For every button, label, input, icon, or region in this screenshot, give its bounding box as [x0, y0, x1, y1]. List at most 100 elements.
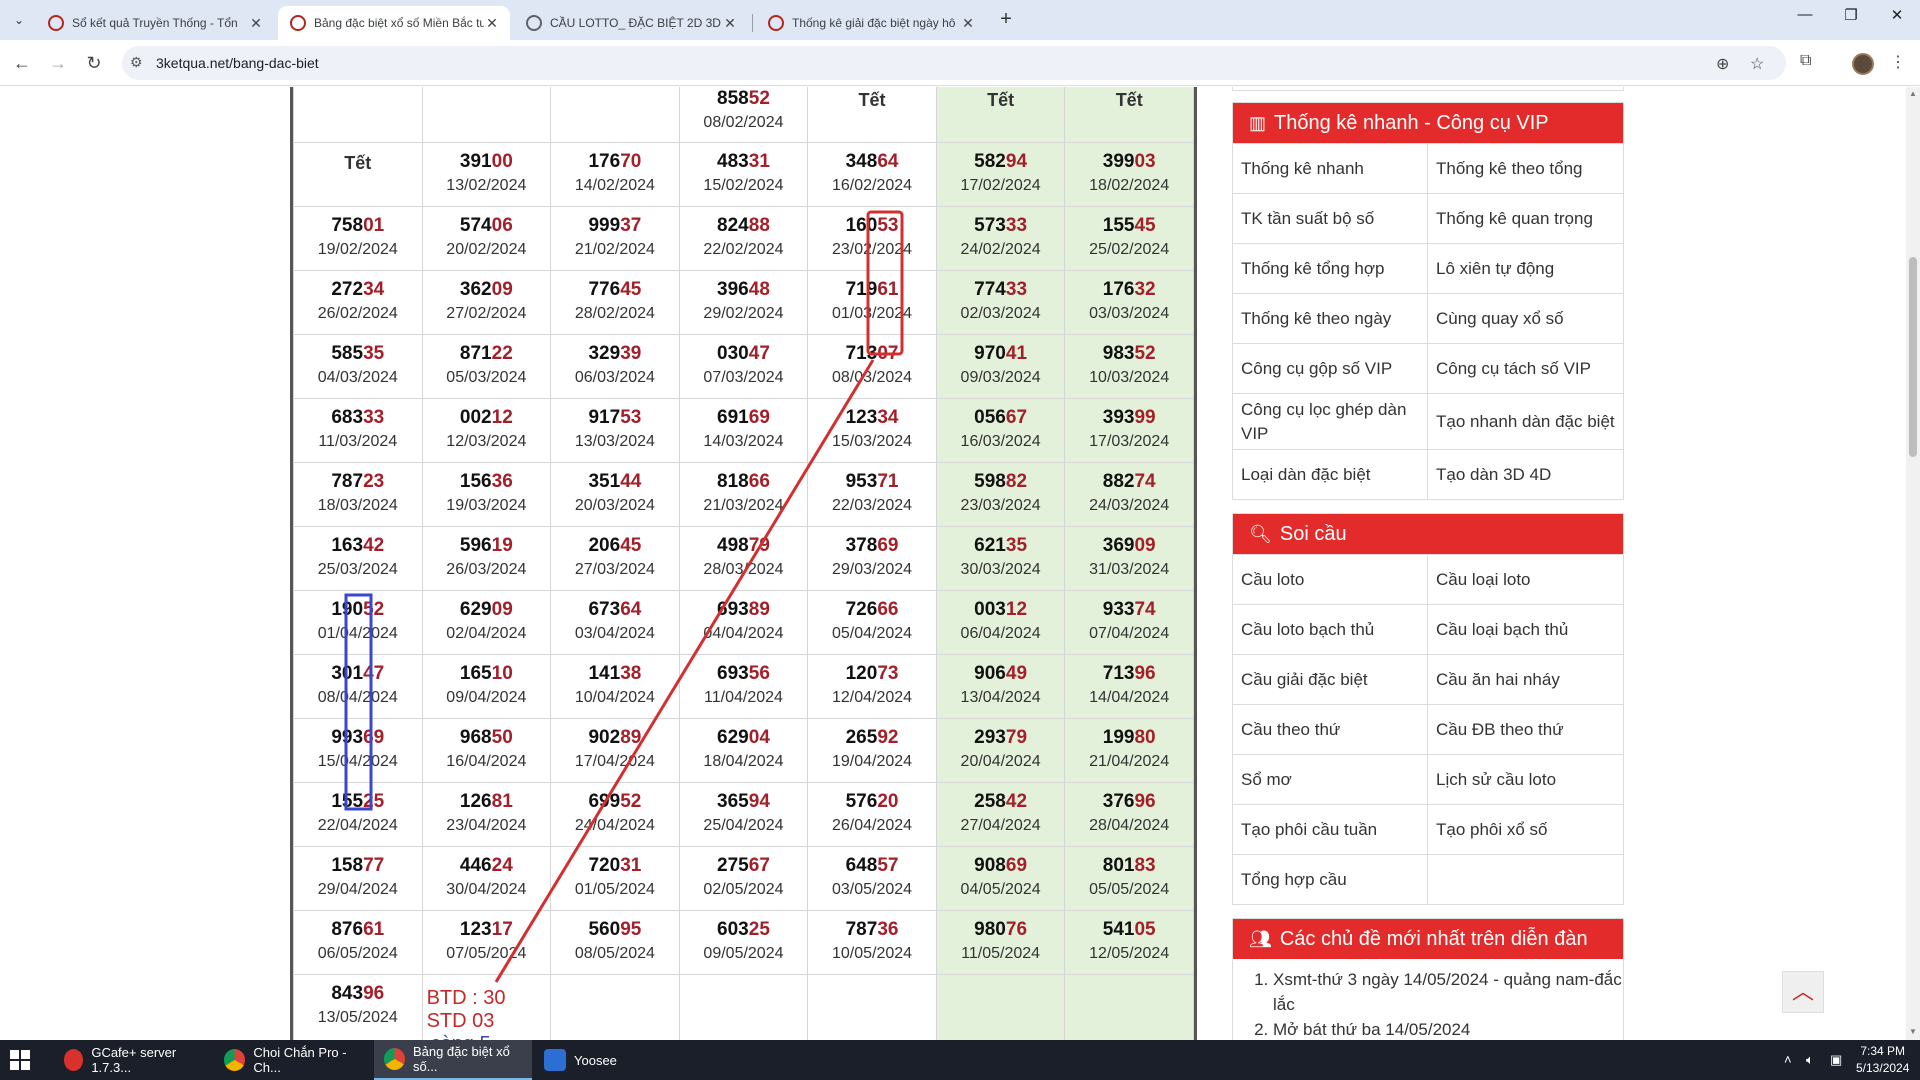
sidebar-link[interactable]: Công cụ lọc ghép dàn VIP [1233, 393, 1428, 449]
table-row: 27234 26/02/2024 36209 27/02/2024 77645 28/02… [293, 270, 1194, 335]
sidebar-link[interactable]: Sổ mơ [1233, 754, 1428, 804]
tray-chevron-icon[interactable]: ˄ [1784, 1052, 1792, 1067]
sidebar-link[interactable]: Tạo phôi xổ số [1428, 804, 1623, 854]
sidebar-link[interactable]: Cầu ăn hai nháy [1428, 654, 1623, 704]
taskbar-app-chrome-1[interactable]: Choi Chắn Pro - Ch... [214, 1040, 374, 1080]
scroll-down-icon[interactable]: ▼ [1908, 1027, 1918, 1036]
special-prize-number: 32939 [551, 343, 679, 365]
sidebar-link[interactable]: Cùng quay xổ số [1428, 293, 1623, 343]
sidebar-link[interactable]: Tạo phôi cầu tuần [1233, 804, 1428, 854]
scroll-to-top-button[interactable]: ︿ [1782, 971, 1824, 1013]
result-cell: 58294 17/02/2024 [935, 142, 1066, 207]
draw-date: 01/05/2024 [574, 881, 655, 898]
tab-so-ket-qua[interactable]: Sổ kết quả Truyền Thống - Tổn ✕ [36, 6, 274, 40]
draw-date: 19/02/2024 [317, 241, 398, 258]
system-clock[interactable]: 7:34 PM 5/13/2024 [1856, 1043, 1909, 1077]
draw-date: 13/04/2024 [960, 689, 1041, 706]
number-prefix: 801 [1102, 855, 1135, 876]
special-prize-number: 60325 [680, 919, 808, 941]
url-text[interactable]: 3ketqua.net/bang-dac-biet [156, 55, 319, 71]
tab-search-icon[interactable]: ⌄ [8, 9, 30, 31]
sidebar-link[interactable]: Thống kê theo ngày [1233, 293, 1428, 343]
result-cell: 12317 07/05/2024 [421, 910, 552, 975]
number-prefix: 953 [845, 471, 878, 492]
forum-topic-link[interactable]: Mở bát thứ ba 14/05/2024 [1273, 1017, 1623, 1040]
reload-icon[interactable]: ↻ [82, 51, 106, 75]
tab-bang-dac-biet[interactable]: Bảng đặc biệt xổ số Miền Bắc tu ✕ [278, 6, 510, 40]
number-prefix: 541 [1102, 919, 1135, 940]
result-cell: 12334 15/03/2024 [807, 398, 937, 463]
taskbar-app-yoosee[interactable]: Yoosee [534, 1040, 684, 1080]
network-icon[interactable]: ▣ [1830, 1052, 1842, 1068]
draw-date: 22/04/2024 [317, 817, 398, 834]
sidebar-link[interactable]: Cầu loại bạch thủ [1428, 604, 1623, 654]
sidebar-link[interactable]: Cầu loto [1233, 554, 1428, 604]
number-prefix: 163 [331, 535, 364, 556]
forum-topic-link[interactable]: Xsmt-thứ 3 ngày 14/05/2024 - quảng nam-đ… [1273, 967, 1623, 1017]
scroll-thumb[interactable] [1909, 257, 1917, 457]
close-icon[interactable]: ✕ [248, 15, 264, 32]
minimize-icon[interactable]: — [1782, 6, 1828, 23]
number-last-two: 48 [748, 279, 770, 300]
result-cell: 39100 13/02/2024 [421, 142, 552, 207]
sidebar-link[interactable]: Thống kê nhanh [1233, 143, 1428, 193]
address-bar[interactable]: ⚙ 3ketqua.net/bang-dac-biet ⊕ ☆ [122, 46, 1786, 80]
sidebar-link[interactable]: Cầu ĐB theo thứ [1428, 704, 1623, 754]
number-prefix: 573 [974, 215, 1006, 236]
new-tab-button[interactable]: + [994, 8, 1018, 31]
draw-date: 24/03/2024 [1089, 497, 1170, 514]
scroll-up-icon[interactable]: ▲ [1908, 89, 1918, 98]
taskbar-app-chrome-2[interactable]: Bảng đặc biệt xổ số... [374, 1040, 532, 1080]
special-prize-number: 90869 [937, 855, 1065, 877]
tab-thong-ke[interactable]: Thống kê giải đặc biệt ngày hô ✕ [756, 6, 986, 40]
window-close-icon[interactable]: ✕ [1874, 6, 1920, 24]
menu-kebab-icon[interactable]: ⋮ [1890, 52, 1906, 72]
sidebar-link[interactable]: Cầu loto bạch thủ [1233, 604, 1428, 654]
number-last-two: 41 [1005, 343, 1028, 364]
number-last-two: 36 [491, 471, 513, 492]
draw-date: 13/02/2024 [446, 177, 527, 194]
number-prefix: 002 [459, 407, 492, 428]
site-info-icon[interactable]: ⚙ [130, 54, 143, 71]
sidebar-link[interactable]: Cầu theo thứ [1233, 704, 1428, 754]
sidebar-link[interactable]: TK tần suất bộ số [1233, 193, 1428, 243]
special-prize-number: 14138 [551, 663, 679, 685]
forward-arrow-icon[interactable]: → [46, 51, 70, 75]
zoom-icon[interactable]: ⊕ [1716, 54, 1729, 74]
tab-cau-lotto[interactable]: CẦU LOTTO_ ĐẶC BIỆT 2D 3D 4 ✕ [514, 6, 748, 40]
sidebar-link[interactable]: Công cụ tách số VIP [1428, 343, 1623, 393]
page-scrollbar[interactable]: ▲ ▼ [1906, 87, 1920, 1040]
taskbar-app-label: GCafe+ server 1.7.3... [91, 1045, 177, 1075]
close-icon[interactable]: ✕ [722, 15, 738, 32]
sidebar-link[interactable]: Cầu loại loto [1428, 554, 1623, 604]
number-prefix: 155 [1102, 215, 1135, 236]
volume-icon[interactable]: 🔈︎ [1806, 1052, 1814, 1068]
restore-icon[interactable]: ❐ [1828, 6, 1874, 24]
sidebar-link[interactable]: Cầu giải đặc biệt [1233, 654, 1428, 704]
sidebar-link[interactable]: Lịch sử cầu loto [1428, 754, 1623, 804]
bookmark-star-icon[interactable]: ☆ [1750, 54, 1764, 74]
sidebar-link[interactable]: Thống kê tổng hợp [1233, 243, 1428, 293]
close-icon[interactable]: ✕ [960, 15, 976, 32]
sidebar-link[interactable]: Thống kê quan trọng [1428, 193, 1623, 243]
number-last-two: 36 [877, 919, 899, 940]
sidebar-link[interactable]: Tạo dàn 3D 4D [1428, 449, 1623, 499]
close-icon[interactable]: ✕ [484, 15, 500, 32]
sidebar-link[interactable]: Công cụ gộp số VIP [1233, 343, 1428, 393]
sidebar-link[interactable]: Lô xiên tự động [1428, 243, 1623, 293]
sidebar-link[interactable]: Thống kê theo tổng [1428, 143, 1623, 193]
special-prize-number: 39903 [1065, 151, 1193, 173]
number-last-two: 42 [363, 535, 385, 556]
sidebar-link[interactable]: Loại dàn đặc biệt [1233, 449, 1428, 499]
taskbar-app-gcafe[interactable]: GCafe+ server 1.7.3... [54, 1040, 204, 1080]
result-cell: 82488 22/02/2024 [678, 206, 809, 271]
number-last-two: 79 [748, 535, 770, 556]
sidebar-link[interactable]: Tổng hợp cầu [1233, 854, 1428, 904]
profile-avatar[interactable] [1852, 53, 1874, 75]
windows-start-icon[interactable] [10, 1050, 30, 1070]
special-prize-number: 17632 [1065, 279, 1193, 301]
special-prize-number: 97041 [937, 343, 1065, 365]
extensions-icon[interactable]: ⧉ [1800, 52, 1811, 70]
sidebar-link[interactable]: Tạo nhanh dàn đặc biệt [1428, 393, 1623, 449]
back-arrow-icon[interactable]: ← [10, 51, 34, 75]
